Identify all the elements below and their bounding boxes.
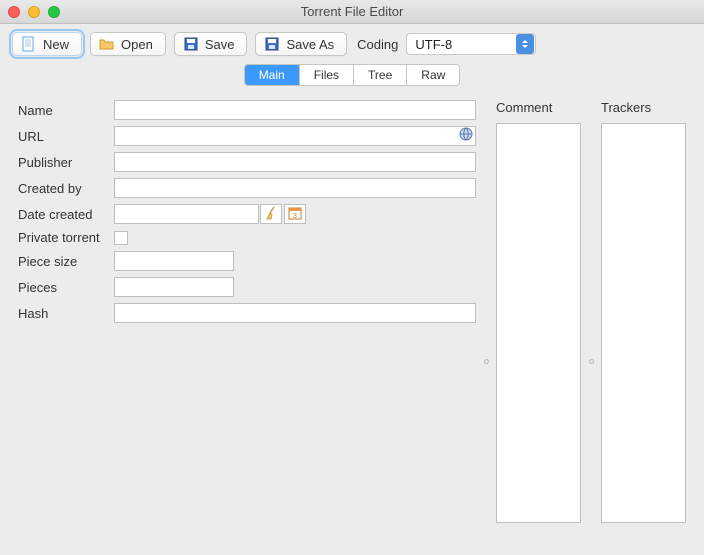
createdby-label: Created by <box>18 181 114 196</box>
row-datecreated: Date created 3 <box>18 204 476 224</box>
private-checkbox[interactable] <box>114 231 128 245</box>
comment-header: Comment <box>496 100 581 115</box>
publisher-label: Publisher <box>18 155 114 170</box>
save-button-label: Save <box>205 37 235 52</box>
hash-label: Hash <box>18 306 114 321</box>
row-createdby: Created by <box>18 178 476 198</box>
resizer-handle-icon <box>589 359 594 364</box>
document-icon <box>21 36 37 52</box>
chevron-updown-icon <box>516 34 534 54</box>
trackers-header: Trackers <box>601 100 686 115</box>
form-area: Name URL Publisher Created by Date <box>18 100 476 523</box>
name-input[interactable] <box>114 100 476 120</box>
datecreated-label: Date created <box>18 207 114 222</box>
open-button-label: Open <box>121 37 153 52</box>
toolbar: New Open Save Save As Coding UTF-8 <box>0 24 704 64</box>
coding-select-value: UTF-8 <box>407 37 515 52</box>
comment-column: Comment <box>496 100 581 523</box>
piecesize-input[interactable] <box>114 251 234 271</box>
tab-raw[interactable]: Raw <box>407 65 459 85</box>
pieces-input[interactable] <box>114 277 234 297</box>
datecreated-clear-button[interactable] <box>260 204 282 224</box>
new-button-label: New <box>43 37 69 52</box>
minimize-window-button[interactable] <box>28 6 40 18</box>
pane-resizer[interactable] <box>587 100 595 523</box>
window-title: Torrent File Editor <box>0 4 704 19</box>
svg-text:3: 3 <box>293 213 297 220</box>
close-window-button[interactable] <box>8 6 20 18</box>
tab-tree[interactable]: Tree <box>354 65 407 85</box>
saveas-button[interactable]: Save As <box>255 32 347 56</box>
tabgroup: Main Files Tree Raw <box>244 64 461 86</box>
saveas-button-label: Save As <box>286 37 334 52</box>
coding-select[interactable]: UTF-8 <box>406 33 536 55</box>
hash-input[interactable] <box>114 303 476 323</box>
datecreated-input[interactable] <box>114 204 259 224</box>
row-pieces: Pieces <box>18 277 476 297</box>
pieces-label: Pieces <box>18 280 114 295</box>
row-piecesize: Piece size <box>18 251 476 271</box>
floppy-icon <box>183 36 199 52</box>
trackers-textarea[interactable] <box>601 123 686 523</box>
coding-label: Coding <box>357 37 398 52</box>
comment-textarea[interactable] <box>496 123 581 523</box>
titlebar: Torrent File Editor <box>0 0 704 24</box>
tab-main[interactable]: Main <box>245 65 300 85</box>
name-label: Name <box>18 103 114 118</box>
pane-resizer[interactable] <box>482 100 490 523</box>
tab-files[interactable]: Files <box>300 65 354 85</box>
tabbar: Main Files Tree Raw <box>0 64 704 90</box>
broom-icon <box>265 206 277 223</box>
save-button[interactable]: Save <box>174 32 248 56</box>
content: Name URL Publisher Created by Date <box>0 90 704 541</box>
url-browse-button[interactable] <box>458 127 474 143</box>
resizer-handle-icon <box>484 359 489 364</box>
datecreated-calendar-button[interactable]: 3 <box>284 204 306 224</box>
row-hash: Hash <box>18 303 476 323</box>
open-button[interactable]: Open <box>90 32 166 56</box>
globe-icon <box>459 127 473 144</box>
url-input[interactable] <box>114 126 476 146</box>
row-url: URL <box>18 126 476 146</box>
floppy-icon <box>264 36 280 52</box>
trackers-column: Trackers <box>601 100 686 523</box>
piecesize-label: Piece size <box>18 254 114 269</box>
row-publisher: Publisher <box>18 152 476 172</box>
createdby-input[interactable] <box>114 178 476 198</box>
maximize-window-button[interactable] <box>48 6 60 18</box>
publisher-input[interactable] <box>114 152 476 172</box>
row-private: Private torrent <box>18 230 476 245</box>
new-button[interactable]: New <box>12 32 82 56</box>
window-controls <box>8 6 60 18</box>
folder-icon <box>99 36 115 52</box>
private-label: Private torrent <box>18 230 114 245</box>
row-name: Name <box>18 100 476 120</box>
calendar-icon: 3 <box>288 206 302 223</box>
url-label: URL <box>18 129 114 144</box>
